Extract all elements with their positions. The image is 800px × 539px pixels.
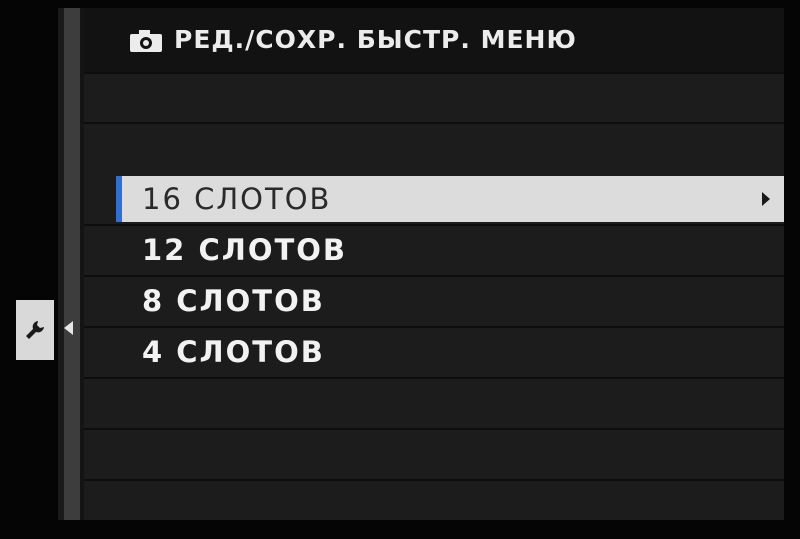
- menu-item-12-slots[interactable]: 12 СЛОТОВ: [84, 224, 784, 274]
- empty-row: [84, 72, 784, 122]
- menu-panel: РЕД./СОХР. БЫСТР. МЕНЮ 16 СЛОТОВ 12 СЛОТ…: [84, 8, 784, 520]
- menu-item-4-slots[interactable]: 4 СЛОТОВ: [84, 326, 784, 376]
- settings-tab[interactable]: [16, 300, 54, 360]
- menu-item-label: 8 СЛОТОВ: [142, 284, 325, 318]
- menu-item-label: 16 СЛОТОВ: [142, 182, 332, 216]
- menu-item-label: 12 СЛОТОВ: [142, 233, 348, 267]
- empty-row: [84, 428, 784, 478]
- empty-row: [84, 377, 784, 427]
- menu-item-16-slots[interactable]: 16 СЛОТОВ: [116, 176, 784, 222]
- triangle-right-icon: [762, 192, 770, 206]
- wrench-icon: [26, 321, 44, 339]
- left-rail: [0, 0, 58, 539]
- empty-row: [84, 122, 784, 172]
- triangle-left-icon: [64, 321, 73, 335]
- tab-strip: [64, 8, 80, 520]
- menu-item-8-slots[interactable]: 8 СЛОТОВ: [84, 275, 784, 325]
- selection-accent: [116, 176, 122, 222]
- page-title: РЕД./СОХР. БЫСТР. МЕНЮ: [174, 25, 577, 54]
- menu-header: РЕД./СОХР. БЫСТР. МЕНЮ: [84, 8, 784, 72]
- menu-item-label: 4 СЛОТОВ: [142, 335, 325, 369]
- empty-row: [84, 479, 784, 520]
- camera-icon: [130, 30, 162, 52]
- camera-screen: РЕД./СОХР. БЫСТР. МЕНЮ 16 СЛОТОВ 12 СЛОТ…: [0, 0, 800, 539]
